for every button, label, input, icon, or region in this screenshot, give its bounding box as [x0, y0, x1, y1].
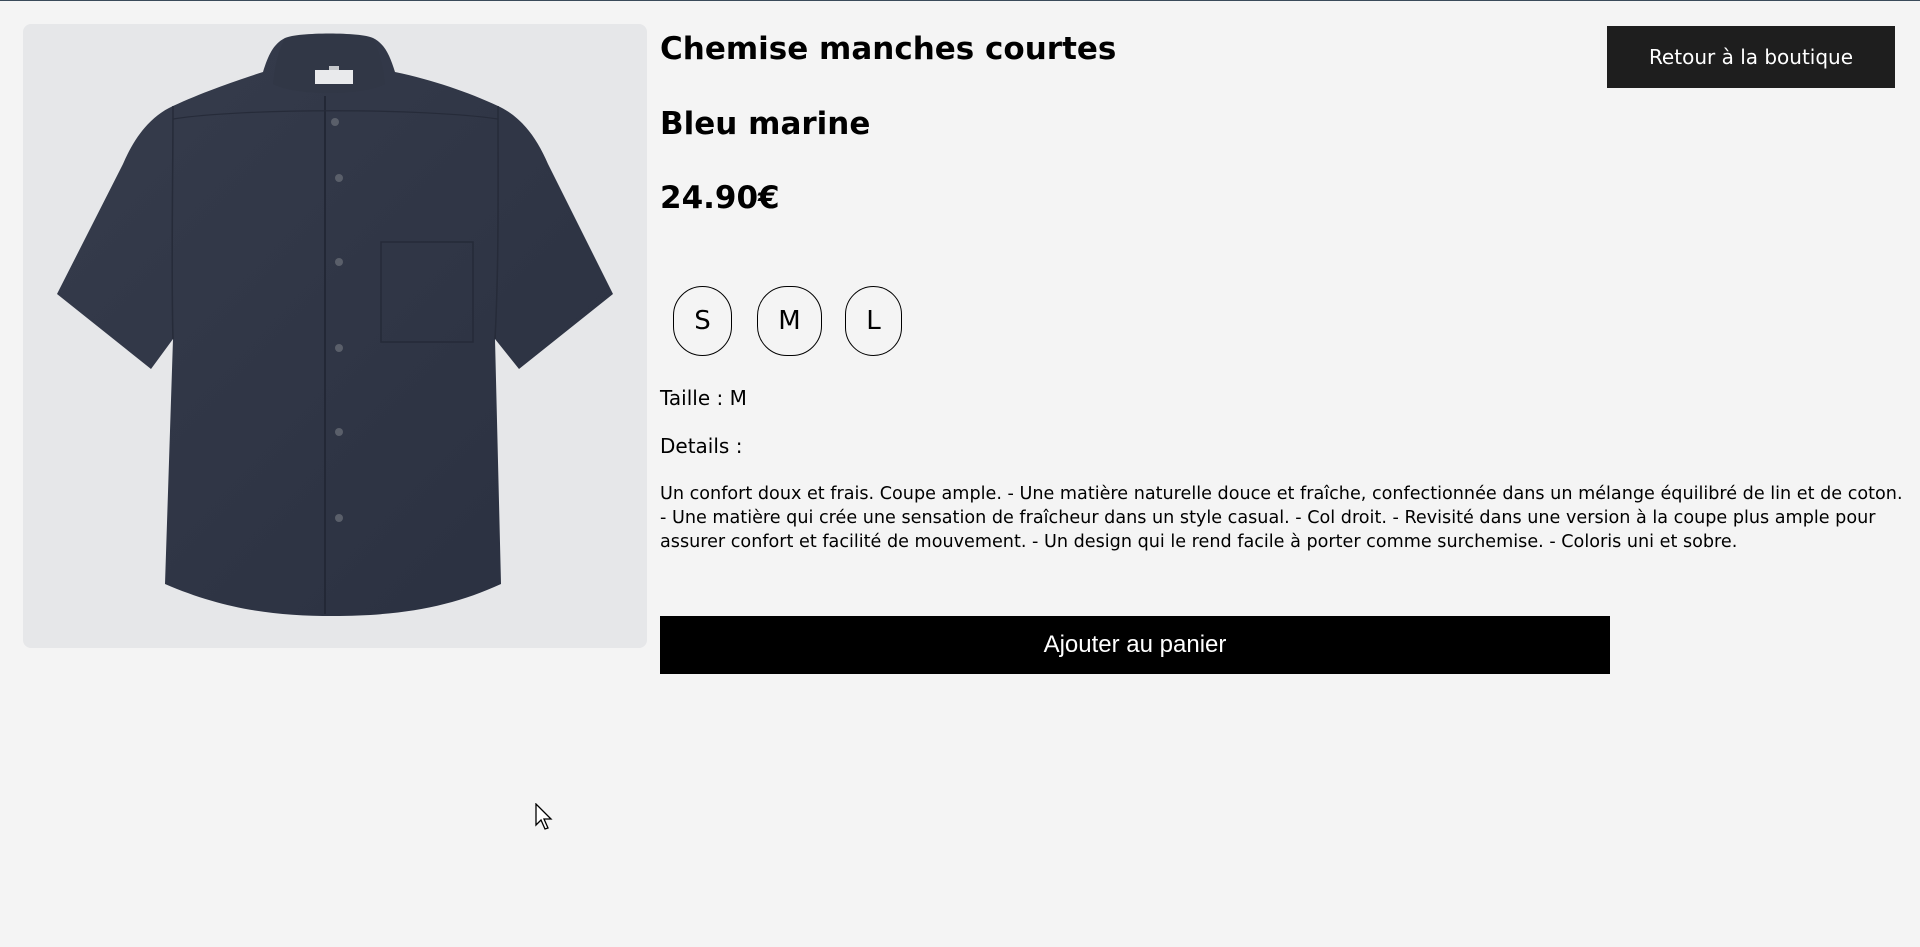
- product-image: [23, 24, 647, 648]
- details-label: Details :: [660, 434, 743, 458]
- top-border: [0, 0, 1920, 1]
- product-color: Bleu marine: [660, 106, 871, 142]
- selected-size-label: Taille : M: [660, 386, 747, 410]
- product-description: Un confort doux et frais. Coupe ample. -…: [660, 484, 1903, 552]
- add-to-cart-button[interactable]: Ajouter au panier: [660, 616, 1610, 674]
- size-button-s[interactable]: S: [673, 286, 732, 356]
- navy-shirt-icon: [57, 33, 613, 616]
- mouse-cursor-icon: [535, 803, 553, 830]
- back-to-shop-button[interactable]: Retour à la boutique: [1607, 26, 1895, 88]
- size-button-l[interactable]: L: [845, 286, 902, 356]
- product-price: 24.90€: [660, 180, 780, 216]
- size-button-m[interactable]: M: [757, 286, 822, 356]
- product-title: Chemise manches courtes: [660, 31, 1117, 67]
